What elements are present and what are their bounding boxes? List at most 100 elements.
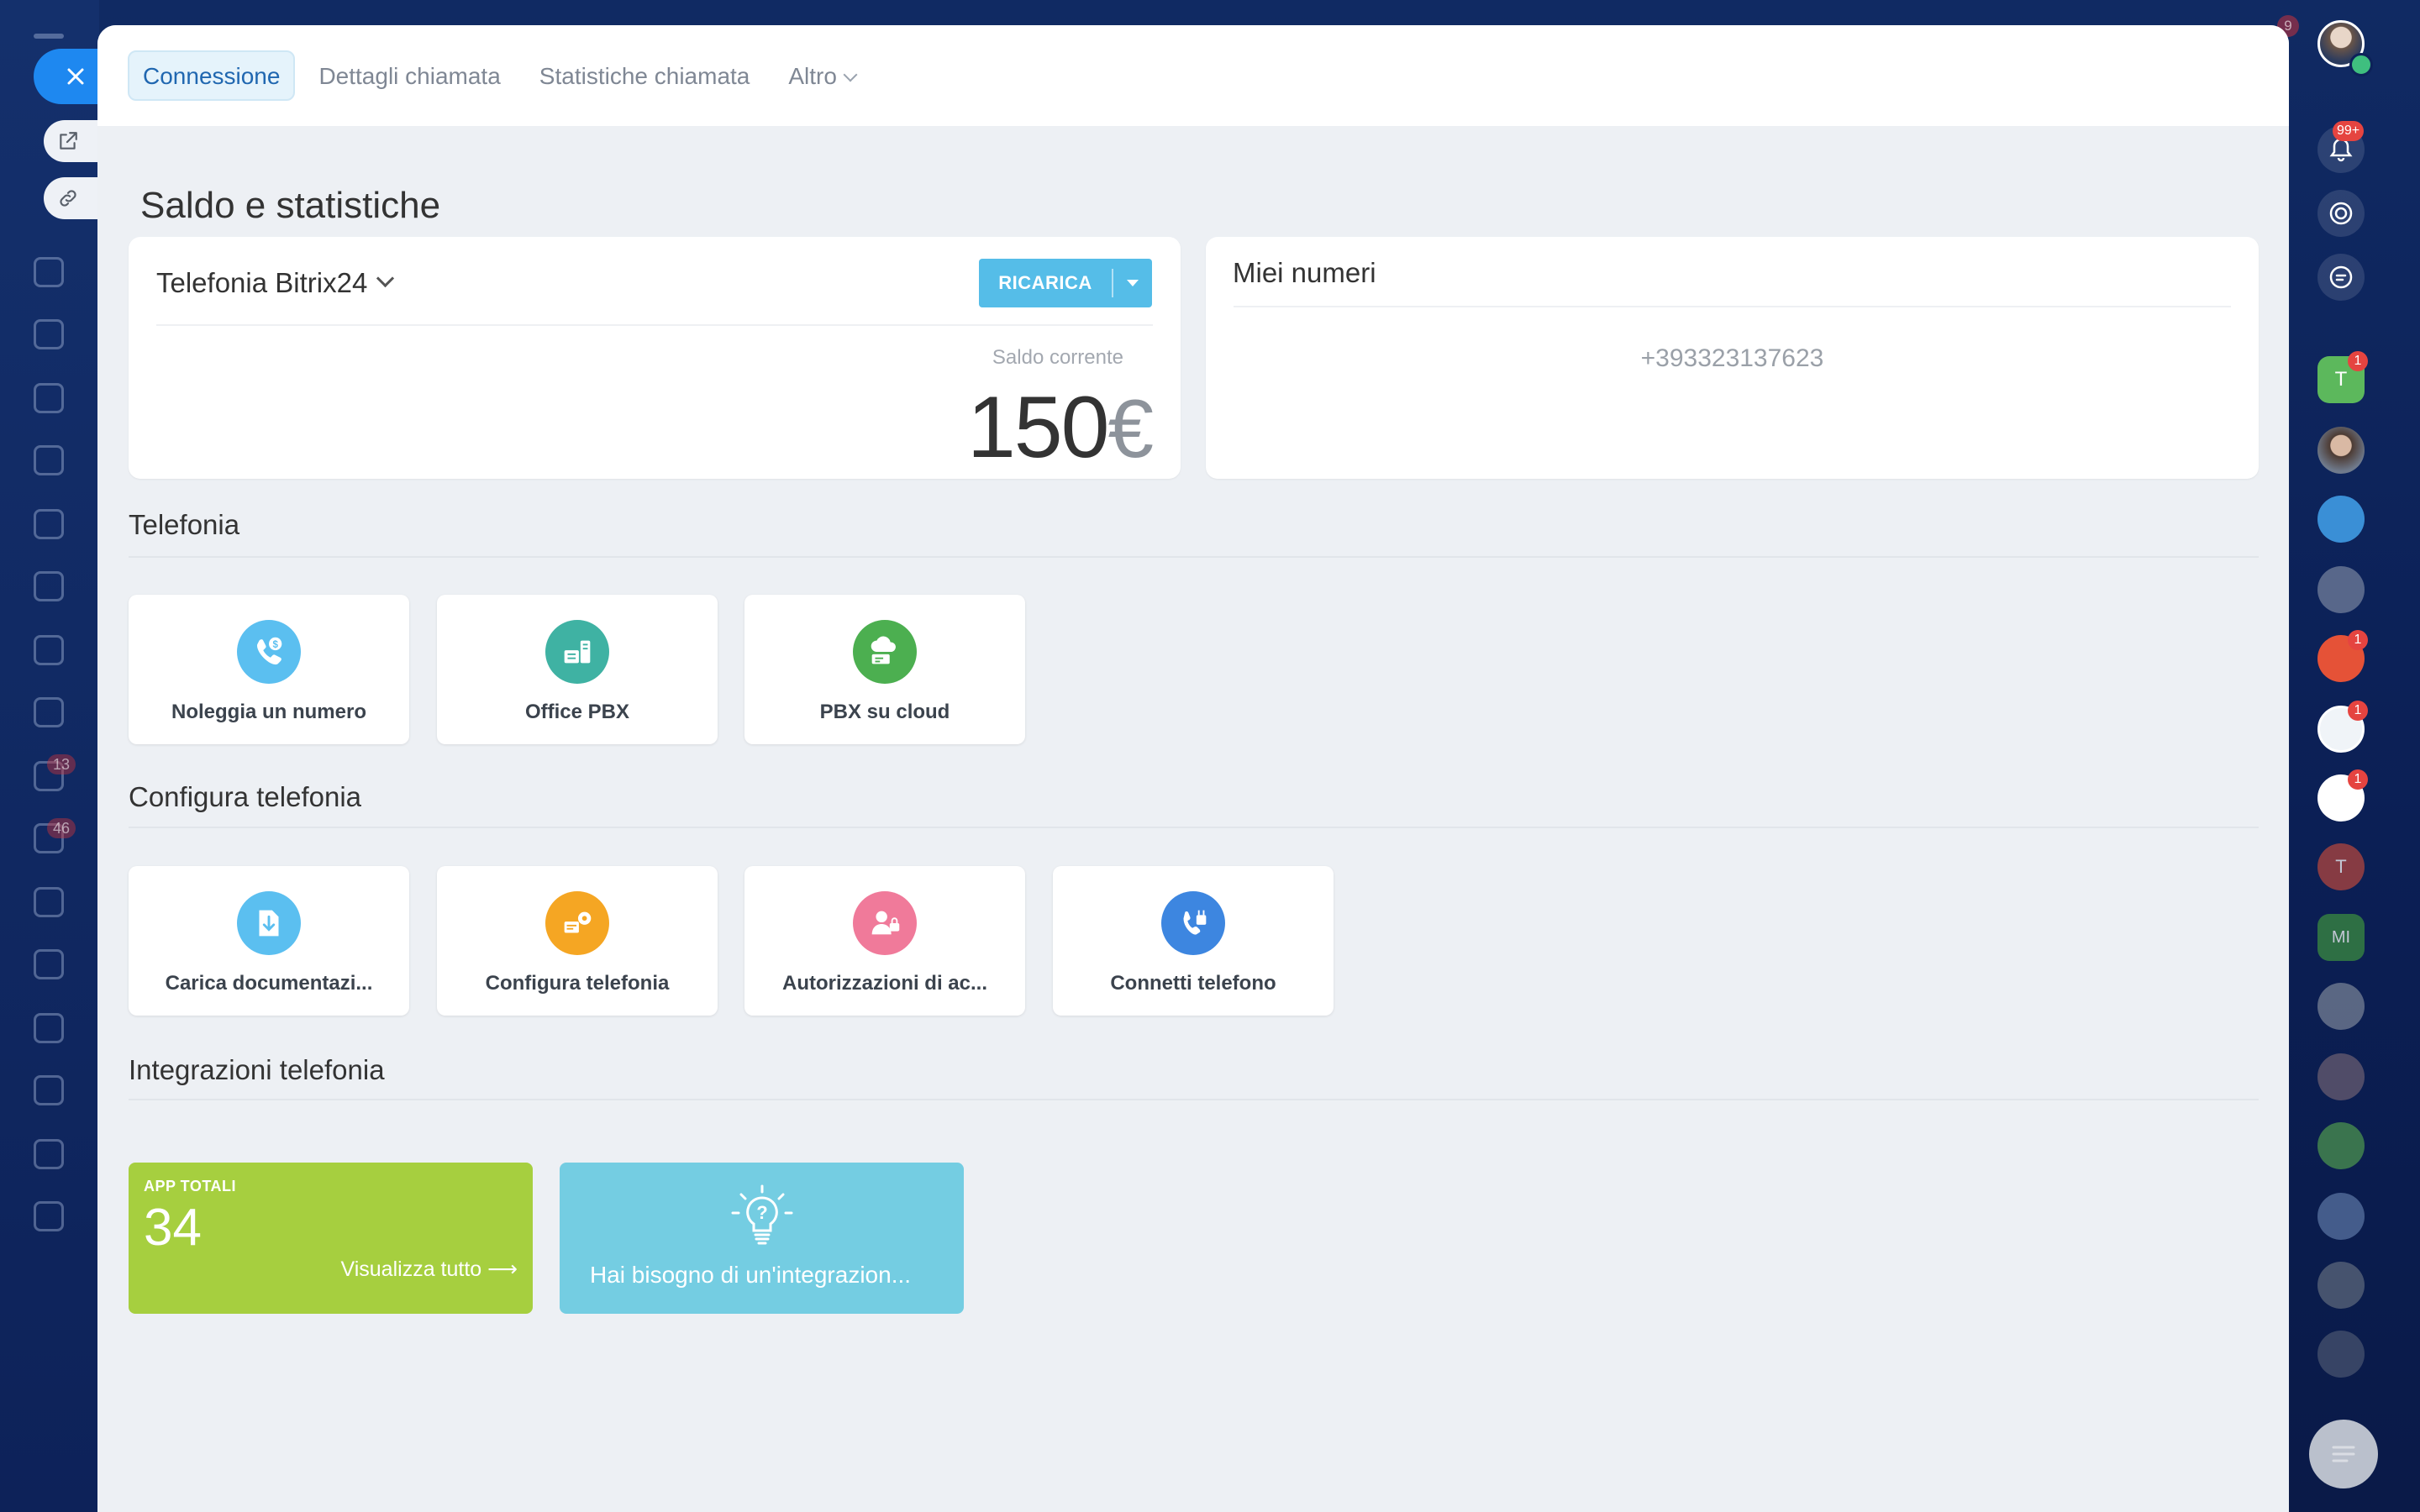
balance-card: Telefonia Bitrix24 RICARICA Saldo corren…: [129, 237, 1181, 479]
phone-dollar-icon: $: [237, 620, 301, 684]
link-icon: [60, 190, 76, 207]
tile-label: Carica documentazi...: [165, 972, 373, 995]
cart-icon: [34, 1013, 64, 1043]
tab-statistiche-chiamata[interactable]: Statistiche chiamata: [524, 50, 765, 101]
section-title-integrazioni: Integrazioni telefonia: [129, 1054, 385, 1085]
balance-label: Saldo corrente: [992, 346, 1123, 369]
settings-telephony-icon: [545, 891, 609, 955]
chat-avatar-t-red[interactable]: T: [2317, 843, 2365, 890]
apps-total-card[interactable]: APP TOTALI 34 Visualizza tutto ⟶: [129, 1163, 533, 1314]
mail-icon: [34, 509, 64, 539]
divider: [129, 827, 2259, 828]
provider-selector[interactable]: Telefonia Bitrix24: [156, 267, 395, 299]
close-icon: [67, 68, 84, 85]
divider: [129, 1099, 2259, 1100]
menu-toggle-button[interactable]: [2309, 1420, 2378, 1488]
chat-badge: 1: [2348, 769, 2368, 790]
tile-label: PBX su cloud: [819, 701, 950, 723]
copilot-button[interactable]: [2317, 190, 2365, 237]
chat-avatar-calendar[interactable]: [2317, 566, 2365, 613]
marketing-icon: [34, 1201, 64, 1231]
search-chats-button[interactable]: [2317, 254, 2365, 301]
menu-burger-icon: [34, 34, 64, 39]
target-icon: [34, 949, 64, 979]
view-all-link[interactable]: Visualizza tutto ⟶: [341, 1257, 518, 1282]
chat-avatar-robot[interactable]: [2317, 1193, 2365, 1240]
tile-label: Office PBX: [524, 701, 630, 723]
balance-value: 150: [966, 379, 1110, 476]
tile-carica-documentazione[interactable]: Carica documentazi...: [129, 866, 409, 1016]
my-numbers-card: Miei numeri +393323137623: [1206, 237, 2259, 479]
provider-label: Telefonia Bitrix24: [156, 267, 368, 298]
my-numbers-title: Miei numeri: [1233, 257, 1376, 288]
hexagon-icon: [34, 635, 64, 665]
tile-label: Noleggia un numero: [171, 701, 366, 723]
recharge-button[interactable]: RICARICA: [979, 259, 1152, 307]
balance-amount: 150€: [966, 378, 1154, 478]
tab-connessione[interactable]: Connessione: [128, 50, 296, 101]
tile-label: Connetti telefono: [1110, 972, 1276, 995]
tile-label: Configura telefonia: [485, 972, 670, 995]
tab-altro[interactable]: Altro: [773, 50, 871, 101]
user-lock-icon: [853, 891, 917, 955]
recharge-dropdown-toggle[interactable]: [1113, 280, 1152, 286]
phone-plug-icon: [1161, 891, 1225, 955]
view-all-label: Visualizza tutto: [340, 1257, 482, 1281]
calendar-icon: [34, 319, 64, 349]
svg-text:?: ?: [756, 1202, 767, 1223]
play-status-icon: [2349, 53, 2373, 76]
divider: [156, 324, 1153, 326]
phone-number: +393323137623: [1640, 344, 1824, 372]
divider: [1234, 306, 2231, 307]
chevron-down-icon: [843, 67, 858, 82]
tile-pbx-cloud[interactable]: PBX su cloud: [744, 595, 1025, 744]
chevron-down-icon: [376, 269, 395, 287]
divider: [129, 556, 2259, 558]
documents-icon: [34, 383, 64, 413]
tab-altro-label: Altro: [788, 63, 837, 89]
svg-text:$: $: [272, 640, 278, 650]
groups-icon: [34, 571, 64, 601]
tab-dettagli-chiamata[interactable]: Dettagli chiamata: [303, 50, 515, 101]
tile-configura-telefonia[interactable]: Configura telefonia: [437, 866, 718, 1016]
contacts-icon: [34, 697, 64, 727]
chat-avatar-woman-2[interactable]: [2317, 1053, 2365, 1100]
chat-avatar-general[interactable]: [2317, 496, 2365, 543]
store-icon: [34, 887, 64, 917]
chat-badge: 1: [2348, 351, 2368, 371]
tasks-badge: 13: [47, 754, 76, 774]
recharge-label: RICARICA: [998, 272, 1092, 293]
tab-bar: Connessione Dettagli chiamata Statistich…: [97, 25, 2289, 126]
sign-icon: [34, 1075, 64, 1105]
chat-avatar-man-2[interactable]: [2317, 1331, 2365, 1378]
section-title-telefonia: Telefonia: [129, 509, 240, 540]
need-integration-label: Hai bisogno di un'integrazion...: [590, 1262, 912, 1288]
tile-office-pbx[interactable]: Office PBX: [437, 595, 718, 744]
feed-icon: [34, 257, 64, 287]
tile-noleggia-numero[interactable]: $ Noleggia un numero: [129, 595, 409, 744]
apps-total-caption: APP TOTALI: [144, 1178, 237, 1194]
chat-avatar-phone[interactable]: [2317, 1122, 2365, 1169]
chat-avatar-man[interactable]: [2317, 983, 2365, 1030]
news-icon: [34, 1139, 64, 1169]
caret-down-icon: [1127, 280, 1139, 286]
office-pbx-icon: [545, 620, 609, 684]
tile-autorizzazioni[interactable]: Autorizzazioni di ac...: [744, 866, 1025, 1016]
chat-badge: 1: [2348, 701, 2368, 721]
tile-connetti-telefono[interactable]: Connetti telefono: [1053, 866, 1334, 1016]
crm-badge: 46: [47, 818, 76, 838]
notifications-badge: 99+: [2333, 121, 2365, 141]
background-left-menu: 13 46: [0, 0, 99, 1512]
drive-icon: [34, 445, 64, 475]
apps-total-count: 34: [144, 1199, 202, 1257]
chat-avatar-woman-3[interactable]: [2317, 1262, 2365, 1309]
chat-avatar-woman[interactable]: [2317, 427, 2365, 474]
need-integration-card[interactable]: ? Hai bisogno di un'integrazion...: [560, 1163, 964, 1314]
chat-badge: 1: [2348, 630, 2368, 650]
chat-search-icon: [2329, 265, 2353, 289]
external-link-icon: [60, 132, 77, 150]
telephony-slider: Connessione Dettagli chiamata Statistich…: [97, 25, 2289, 1512]
target-icon: [2329, 202, 2353, 225]
chat-avatar-mi[interactable]: MI: [2317, 914, 2365, 961]
page-title: Saldo e statistiche: [140, 185, 441, 226]
